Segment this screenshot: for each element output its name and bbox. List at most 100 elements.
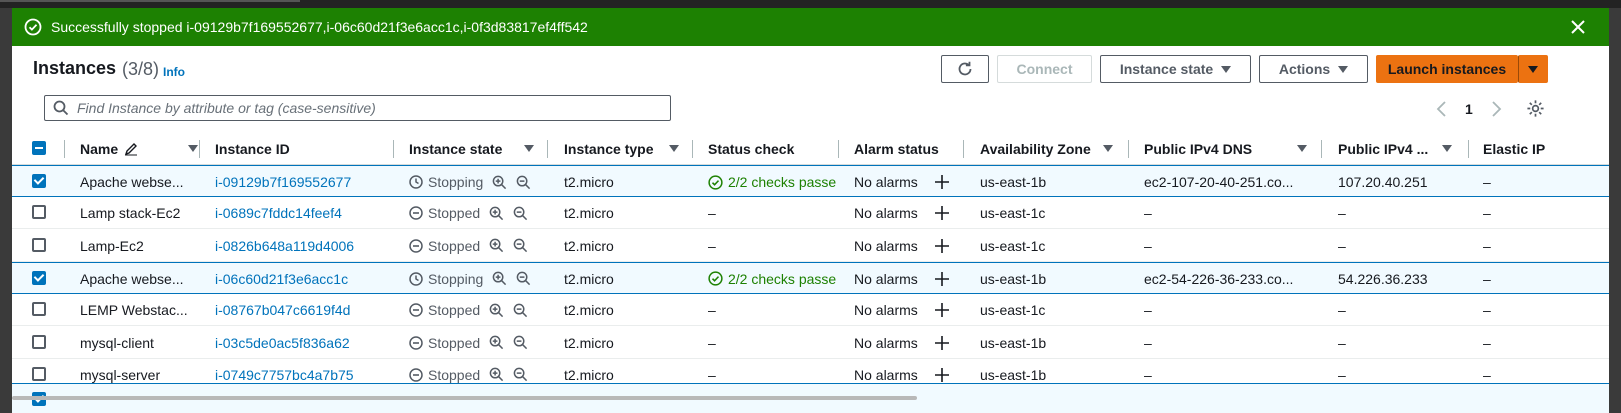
instance-state: Stopping bbox=[409, 166, 544, 198]
column-separator bbox=[1321, 140, 1322, 158]
instance-id-link[interactable]: i-0826b648a119d4006 bbox=[215, 230, 390, 262]
zoom-out-icon[interactable] bbox=[516, 271, 531, 286]
column-header-instance-state[interactable]: Instance state bbox=[409, 132, 534, 165]
connect-button[interactable]: Connect bbox=[997, 55, 1092, 83]
status-label: 2/2 checks passed bbox=[728, 270, 836, 287]
add-alarm-icon[interactable] bbox=[934, 367, 949, 382]
row-checkbox[interactable] bbox=[32, 174, 46, 188]
select-all-checkbox[interactable] bbox=[32, 141, 46, 155]
instance-state-button[interactable]: Instance state bbox=[1100, 55, 1251, 83]
pencil-icon bbox=[124, 142, 138, 156]
zoom-out-icon[interactable] bbox=[516, 175, 531, 190]
instance-id-link[interactable]: i-0689c7fddc14feef4 bbox=[215, 197, 390, 229]
page-number[interactable]: 1 bbox=[1465, 101, 1473, 117]
instance-id-link[interactable]: i-08767b047c6619f4d bbox=[215, 294, 390, 326]
launch-instances-button[interactable]: Launch instances bbox=[1376, 55, 1518, 83]
row-checkbox[interactable] bbox=[32, 366, 46, 381]
availability-zone: us-east-1c bbox=[980, 302, 1046, 319]
flash-message: Successfully stopped i-09129b7f169552677… bbox=[51, 19, 588, 35]
refresh-icon bbox=[956, 60, 974, 78]
table-row[interactable]: Lamp-Ec2 i-0826b648a119d4006 Stopped t2.… bbox=[12, 230, 1609, 262]
selection-count: (3/8) bbox=[122, 59, 160, 79]
gear-icon[interactable] bbox=[1526, 99, 1545, 118]
column-header-instance-id[interactable]: Instance ID bbox=[215, 132, 290, 165]
actions-button[interactable]: Actions bbox=[1259, 55, 1368, 83]
instance-id-link[interactable]: i-06c60d21f3e6acc1c bbox=[215, 263, 390, 295]
table-row[interactable]: LEMP Webstac... i-08767b047c6619f4d Stop… bbox=[12, 294, 1609, 327]
state-label: Stopping bbox=[428, 270, 484, 287]
sort-caret-icon[interactable] bbox=[669, 145, 679, 152]
zoom-out-icon[interactable] bbox=[513, 335, 528, 350]
instance-name: Apache webse... bbox=[80, 270, 184, 287]
column-header-instance-type[interactable]: Instance type bbox=[564, 132, 679, 165]
zoom-in-icon[interactable] bbox=[489, 335, 504, 350]
sort-caret-icon[interactable] bbox=[524, 145, 534, 152]
sort-caret-icon[interactable] bbox=[188, 145, 198, 152]
alarm-status: No alarms bbox=[854, 166, 962, 198]
table-row[interactable]: Lamp stack-Ec2 i-0689c7fddc14feef4 Stopp… bbox=[12, 197, 1609, 230]
refresh-button[interactable] bbox=[941, 55, 989, 83]
zoom-in-icon[interactable] bbox=[489, 238, 504, 253]
zoom-in-icon[interactable] bbox=[489, 206, 504, 221]
zoom-in-icon[interactable] bbox=[492, 175, 507, 190]
browser-top-strip bbox=[0, 0, 1621, 8]
add-alarm-icon[interactable] bbox=[934, 206, 949, 221]
instance-name: Lamp stack-Ec2 bbox=[80, 205, 181, 222]
chevron-left-icon[interactable] bbox=[1435, 100, 1449, 118]
instance-name: LEMP Webstac... bbox=[80, 302, 188, 319]
table-row[interactable]: Apache webse... i-06c60d21f3e6acc1c Stop… bbox=[12, 261, 1609, 295]
zoom-out-icon[interactable] bbox=[513, 367, 528, 382]
search-input[interactable] bbox=[77, 100, 637, 116]
column-header-name[interactable]: Name bbox=[80, 132, 198, 165]
row-checkbox[interactable] bbox=[32, 270, 46, 285]
column-header-public-ipv4[interactable]: Public IPv4 ... bbox=[1338, 132, 1452, 165]
zoom-in-icon[interactable] bbox=[492, 271, 507, 286]
public-dns: – bbox=[1144, 334, 1152, 351]
alarm-label: No alarms bbox=[854, 366, 918, 383]
column-label: Instance state bbox=[409, 140, 503, 157]
row-checkbox[interactable] bbox=[32, 205, 46, 220]
add-alarm-icon[interactable] bbox=[934, 303, 949, 318]
column-header-public-dns[interactable]: Public IPv4 DNS bbox=[1144, 132, 1307, 165]
table-row[interactable]: Apache webse... i-09129b7f169552677 Stop… bbox=[12, 165, 1609, 197]
launch-dropdown-button[interactable] bbox=[1518, 55, 1548, 83]
close-icon[interactable] bbox=[1569, 18, 1587, 36]
status-check: – bbox=[708, 334, 716, 351]
stopped-icon bbox=[409, 368, 423, 382]
zoom-in-icon[interactable] bbox=[489, 303, 504, 318]
zoom-out-icon[interactable] bbox=[513, 238, 528, 253]
column-separator bbox=[692, 140, 693, 158]
sort-caret-icon[interactable] bbox=[1103, 145, 1113, 152]
column-header-elastic-ip[interactable]: Elastic IP bbox=[1483, 132, 1545, 165]
column-header-alarm-status[interactable]: Alarm status bbox=[854, 132, 939, 165]
column-header-status-check[interactable]: Status check bbox=[708, 132, 794, 165]
row-checkbox[interactable] bbox=[32, 237, 46, 252]
stopped-icon bbox=[409, 206, 423, 221]
caret-down-icon bbox=[1338, 65, 1349, 73]
zoom-in-icon[interactable] bbox=[489, 367, 504, 382]
sort-caret-icon[interactable] bbox=[1297, 145, 1307, 152]
success-check-icon bbox=[24, 18, 42, 36]
success-flashbar: Successfully stopped i-09129b7f169552677… bbox=[12, 8, 1609, 46]
zoom-out-icon[interactable] bbox=[513, 206, 528, 221]
instance-id-link[interactable]: i-03c5de0ac5f836a62 bbox=[215, 327, 390, 359]
row-checkbox[interactable] bbox=[32, 302, 46, 317]
table-row[interactable]: mysql-client i-03c5de0ac5f836a62 Stopped… bbox=[12, 327, 1609, 359]
instance-id-link[interactable]: i-09129b7f169552677 bbox=[215, 166, 390, 198]
info-link[interactable]: Info bbox=[163, 65, 185, 79]
column-label: Public IPv4 DNS bbox=[1144, 140, 1253, 157]
add-alarm-icon[interactable] bbox=[934, 335, 949, 350]
add-alarm-icon[interactable] bbox=[934, 175, 949, 189]
horizontal-scrollbar[interactable] bbox=[12, 396, 917, 400]
zoom-out-icon[interactable] bbox=[513, 303, 528, 318]
search-bar bbox=[44, 95, 671, 121]
alarm-label: No alarms bbox=[854, 205, 918, 222]
column-separator bbox=[199, 140, 200, 158]
chevron-right-icon[interactable] bbox=[1489, 100, 1503, 118]
add-alarm-icon[interactable] bbox=[934, 271, 949, 286]
sort-caret-icon[interactable] bbox=[1442, 145, 1452, 152]
add-alarm-icon[interactable] bbox=[934, 238, 949, 253]
row-checkbox[interactable] bbox=[32, 334, 46, 349]
column-header-availability-zone[interactable]: Availability Zone bbox=[980, 132, 1113, 165]
status-check: 2/2 checks passed bbox=[708, 263, 836, 295]
